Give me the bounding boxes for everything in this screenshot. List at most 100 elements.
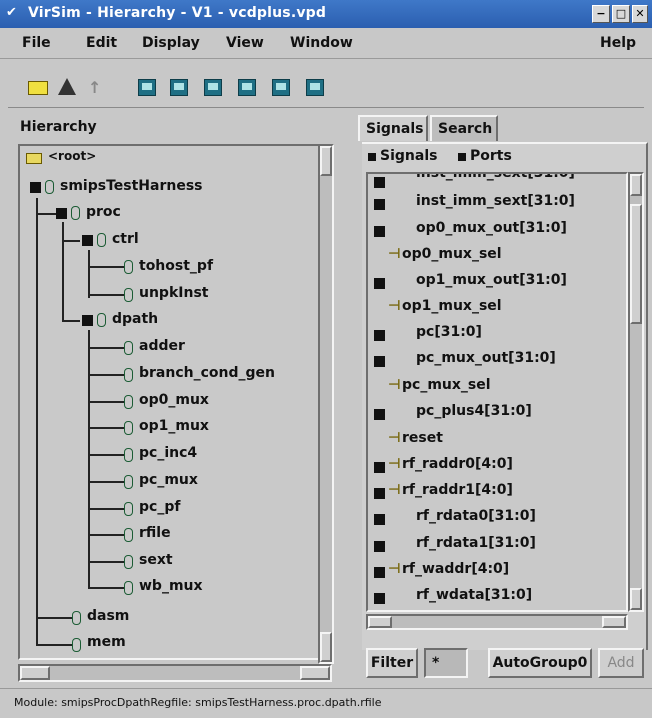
tree-connector [36, 617, 72, 619]
status-text: Module: smipsProcDpathRegfile: smipsTest… [14, 696, 382, 709]
scroll-right-button[interactable] [602, 616, 626, 628]
tree-node-adder[interactable]: adder [139, 338, 185, 354]
scroll-down-button[interactable] [630, 588, 642, 610]
module-icon [124, 555, 133, 569]
signal-item[interactable]: rf_rdata1[31:0] [416, 535, 536, 551]
tree-node-wb_mux[interactable]: wb_mux [139, 578, 203, 594]
signal-item[interactable]: rf_raddr0[4:0] [402, 456, 513, 472]
module-icon [124, 475, 133, 489]
signal-item[interactable]: op0_mux_out[31:0] [416, 220, 567, 236]
tree-node-rfile[interactable]: rfile [139, 525, 171, 541]
tree-connector [88, 481, 124, 483]
signal-item[interactable]: op1_mux_sel [402, 298, 502, 314]
menu-display[interactable]: Display [142, 35, 200, 51]
signals-list[interactable]: inst_imm_sext[31:0] inst_imm_sext[31:0] … [366, 172, 628, 612]
scroll-left-button[interactable] [20, 666, 50, 680]
signals-vertical-scrollbar[interactable] [628, 172, 644, 612]
tree-node-tohost_pf[interactable]: tohost_pf [139, 258, 213, 274]
scroll-left-button[interactable] [368, 616, 392, 628]
module-icon [124, 448, 133, 462]
tree-node-pc_inc4[interactable]: pc_inc4 [139, 445, 197, 461]
signal-item[interactable]: op0_mux_sel [402, 246, 502, 262]
minimize-button[interactable]: − [592, 5, 610, 23]
source-window-icon[interactable] [170, 79, 188, 96]
scroll-up-button[interactable] [320, 146, 332, 176]
hierarchy-horizontal-scrollbar[interactable] [18, 664, 332, 682]
signal-item[interactable]: rf_raddr1[4:0] [402, 482, 513, 498]
warning-icon[interactable] [58, 78, 76, 95]
collapse-toggle[interactable] [82, 235, 93, 246]
tree-node-dasm[interactable]: dasm [87, 608, 129, 624]
tree-connector [88, 250, 90, 298]
menu-file[interactable]: File [22, 35, 51, 51]
logic-browser-icon[interactable] [238, 79, 256, 96]
tree-node-pc_pf[interactable]: pc_pf [139, 499, 180, 515]
tree-node-op0_mux[interactable]: op0_mux [139, 392, 209, 408]
signal-item[interactable]: pc_plus4[31:0] [416, 403, 532, 419]
menu-help[interactable]: Help [600, 35, 636, 51]
module-icon [124, 581, 133, 595]
tree-node-smipsTestHarness[interactable]: smipsTestHarness [60, 178, 202, 194]
register-window-icon[interactable] [272, 79, 290, 96]
ports-option-label[interactable]: Ports [470, 148, 512, 164]
tree-node-op1_mux[interactable]: op1_mux [139, 418, 209, 434]
scroll-up-button[interactable] [630, 174, 642, 196]
signal-item[interactable]: inst_imm_sext[31:0] [416, 193, 575, 209]
maximize-button[interactable]: □ [612, 5, 630, 23]
signal-item[interactable]: op1_mux_out[31:0] [416, 272, 567, 288]
schematic-window-icon[interactable] [204, 79, 222, 96]
tree-node-pc_mux[interactable]: pc_mux [139, 472, 198, 488]
tree-node-ctrl[interactable]: ctrl [112, 231, 139, 247]
menu-view[interactable]: View [226, 35, 264, 51]
tree-node-branch_cond_gen[interactable]: branch_cond_gen [139, 365, 275, 381]
tree-node-mem[interactable]: mem [87, 634, 126, 650]
up-arrow-icon[interactable]: ↑ [88, 78, 101, 97]
tree-node-dpath[interactable]: dpath [112, 311, 158, 327]
close-button[interactable]: ✕ [632, 5, 648, 23]
module-icon [45, 180, 54, 194]
menu-window[interactable]: Window [290, 35, 353, 51]
module-icon [124, 421, 133, 435]
port-icon: ⊣ [388, 430, 401, 446]
tree-connector [36, 213, 56, 215]
bus-icon [374, 541, 385, 552]
tab-search[interactable]: Search [430, 115, 498, 141]
filter-input[interactable]: * [424, 648, 468, 678]
tree-connector [88, 427, 124, 429]
tree-node-root[interactable]: <root> [48, 149, 96, 163]
collapse-toggle[interactable] [82, 315, 93, 326]
waveform-window-icon[interactable] [138, 79, 156, 96]
tab-signals[interactable]: Signals [358, 115, 428, 141]
scroll-thumb[interactable] [630, 204, 642, 324]
filter-button[interactable]: Filter [366, 648, 418, 678]
signal-item[interactable]: pc_mux_sel [402, 377, 491, 393]
signal-item[interactable]: rf_rdata0[31:0] [416, 508, 536, 524]
signal-item[interactable]: pc_mux_out[31:0] [416, 350, 556, 366]
signal-partial[interactable]: inst_imm_sext[31:0] [416, 174, 575, 181]
bus-icon [374, 177, 385, 188]
collapse-toggle[interactable] [56, 208, 67, 219]
signals-option-indicator[interactable] [368, 153, 376, 161]
add-button[interactable]: Add [598, 648, 644, 678]
tree-node-proc[interactable]: proc [86, 204, 121, 220]
memory-window-icon[interactable] [306, 79, 324, 96]
menu-edit[interactable]: Edit [86, 35, 117, 51]
bus-icon [374, 462, 385, 473]
signal-item[interactable]: rf_wdata[31:0] [416, 587, 532, 603]
signal-item[interactable]: pc[31:0] [416, 324, 482, 340]
tree-node-sext[interactable]: sext [139, 552, 173, 568]
signals-option-label[interactable]: Signals [380, 148, 437, 164]
signals-horizontal-scrollbar[interactable] [366, 614, 628, 630]
open-folder-icon[interactable] [28, 81, 48, 95]
scroll-down-button[interactable] [320, 632, 332, 662]
collapse-toggle[interactable] [30, 182, 41, 193]
autogroup-button[interactable]: AutoGroup0 [488, 648, 592, 678]
signal-item[interactable]: rf_waddr[4:0] [402, 561, 509, 577]
ports-option-indicator[interactable] [458, 153, 466, 161]
tree-node-unpkInst[interactable]: unpkInst [139, 285, 208, 301]
hierarchy-vertical-scrollbar[interactable] [318, 144, 334, 664]
window-menu-icon[interactable]: ✔ [6, 6, 20, 20]
signal-item[interactable]: reset [402, 430, 443, 446]
scroll-right-button[interactable] [300, 666, 330, 680]
module-icon [124, 288, 133, 302]
